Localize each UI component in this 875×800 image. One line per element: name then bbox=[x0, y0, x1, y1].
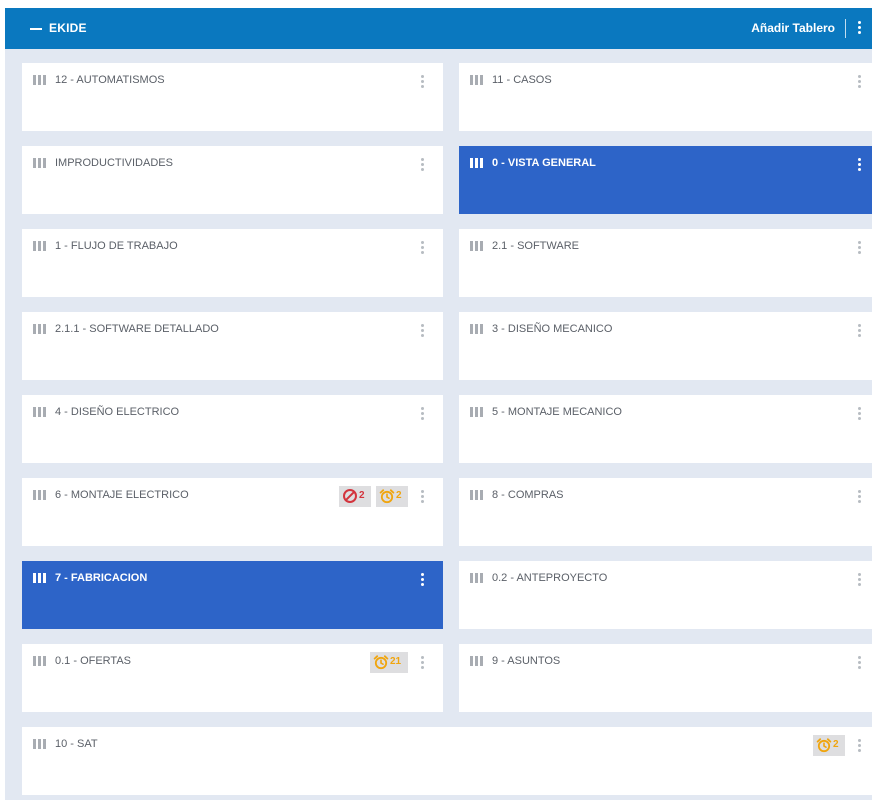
board-columns-icon bbox=[33, 573, 46, 583]
board-title: 8 - COMPRAS bbox=[492, 489, 564, 501]
board-card[interactable]: 1 - FLUJO DE TRABAJO bbox=[22, 229, 443, 297]
board-title: 1 - FLUJO DE TRABAJO bbox=[55, 240, 178, 252]
board-title: 12 - AUTOMATISMOS bbox=[55, 74, 165, 86]
board-columns-icon bbox=[470, 573, 483, 583]
board-card[interactable]: 6 - MONTAJE ELECTRICO 2 2 bbox=[22, 478, 443, 546]
group-header: EKIDE Añadir Tablero bbox=[5, 8, 872, 49]
vertical-dots-icon[interactable] bbox=[853, 237, 867, 259]
board-title: 4 - DISEÑO ELECTRICO bbox=[55, 406, 180, 418]
badge-count: 2 bbox=[359, 490, 365, 501]
vertical-dots-icon[interactable] bbox=[853, 735, 867, 757]
vertical-dots-icon[interactable] bbox=[853, 154, 867, 176]
badge-count: 2 bbox=[833, 739, 839, 750]
board-card[interactable]: 4 - DISEÑO ELECTRICO bbox=[22, 395, 443, 463]
group-title[interactable]: EKIDE bbox=[49, 19, 87, 37]
board-columns-icon bbox=[33, 656, 46, 666]
overdue-badge[interactable]: 2 bbox=[813, 735, 845, 756]
vertical-dots-icon[interactable] bbox=[853, 403, 867, 425]
vertical-dots-icon[interactable] bbox=[416, 403, 430, 425]
board-title: 2.1 - SOFTWARE bbox=[492, 240, 579, 252]
board-title: 0.2 - ANTEPROYECTO bbox=[492, 572, 608, 584]
board-columns-icon bbox=[33, 324, 46, 334]
board-columns-icon bbox=[33, 241, 46, 251]
vertical-dots-icon[interactable] bbox=[853, 569, 867, 591]
board-card[interactable]: IMPRODUCTIVIDADES bbox=[22, 146, 443, 214]
blocked-badge[interactable]: 2 bbox=[339, 486, 371, 507]
vertical-dots-icon[interactable] bbox=[416, 569, 430, 591]
board-card[interactable]: 5 - MONTAJE MECANICO bbox=[459, 395, 872, 463]
board-columns-icon bbox=[33, 490, 46, 500]
add-board-button[interactable]: Añadir Tablero bbox=[751, 19, 835, 37]
board-card[interactable]: 2.1 - SOFTWARE bbox=[459, 229, 872, 297]
board-card[interactable]: 11 - CASOS bbox=[459, 63, 872, 131]
badge-count: 21 bbox=[390, 656, 402, 667]
board-columns-icon bbox=[33, 407, 46, 417]
board-columns-icon bbox=[33, 158, 46, 168]
board-group: EKIDE Añadir Tablero 12 - AUTOMATISMOS 11… bbox=[5, 8, 872, 800]
board-columns-icon bbox=[33, 75, 46, 85]
board-card[interactable]: 3 - DISEÑO MECANICO bbox=[459, 312, 872, 380]
badge-count: 2 bbox=[396, 490, 402, 501]
board-columns-icon bbox=[470, 158, 483, 168]
vertical-dots-icon[interactable] bbox=[853, 486, 867, 508]
board-title: 3 - DISEÑO MECANICO bbox=[492, 323, 613, 335]
board-card[interactable]: 0.1 - OFERTAS 21 bbox=[22, 644, 443, 712]
vertical-dots-icon[interactable] bbox=[416, 154, 430, 176]
board-title: 0 - VISTA GENERAL bbox=[492, 157, 596, 169]
overdue-badge[interactable]: 2 bbox=[376, 486, 408, 507]
board-title: 6 - MONTAJE ELECTRICO bbox=[55, 489, 189, 501]
board-columns-icon bbox=[470, 490, 483, 500]
vertical-dots-icon[interactable] bbox=[416, 652, 430, 674]
board-title: 5 - MONTAJE MECANICO bbox=[492, 406, 622, 418]
board-title: 9 - ASUNTOS bbox=[492, 655, 561, 667]
vertical-dots-icon[interactable] bbox=[853, 320, 867, 342]
board-title: 0.1 - OFERTAS bbox=[55, 655, 132, 667]
board-card[interactable]: 0.2 - ANTEPROYECTO bbox=[459, 561, 872, 629]
board-title: 10 - SAT bbox=[55, 738, 98, 750]
vertical-dots-icon[interactable] bbox=[416, 320, 430, 342]
vertical-dots-icon[interactable] bbox=[853, 71, 867, 93]
minus-icon[interactable] bbox=[30, 28, 42, 30]
board-columns-icon bbox=[470, 656, 483, 666]
board-card[interactable]: 9 - ASUNTOS bbox=[459, 644, 872, 712]
vertical-dots-icon[interactable] bbox=[416, 237, 430, 259]
board-columns-icon bbox=[470, 324, 483, 334]
vertical-dots-icon[interactable] bbox=[416, 486, 430, 508]
header-divider bbox=[845, 19, 846, 38]
board-card[interactable]: 2.1.1 - SOFTWARE DETALLADO bbox=[22, 312, 443, 380]
board-card[interactable]: 7 - FABRICACION bbox=[22, 561, 443, 629]
overdue-badge[interactable]: 21 bbox=[370, 652, 408, 673]
board-title: 2.1.1 - SOFTWARE DETALLADO bbox=[55, 323, 219, 335]
vertical-dots-icon[interactable] bbox=[416, 71, 430, 93]
vertical-dots-icon[interactable] bbox=[853, 17, 867, 39]
board-columns-icon bbox=[470, 241, 483, 251]
board-title: 7 - FABRICACION bbox=[55, 572, 148, 584]
board-card[interactable]: 0 - VISTA GENERAL bbox=[459, 146, 872, 214]
board-columns-icon bbox=[33, 739, 46, 749]
board-card[interactable]: 8 - COMPRAS bbox=[459, 478, 872, 546]
board-columns-icon bbox=[470, 75, 483, 85]
board-title: IMPRODUCTIVIDADES bbox=[55, 157, 173, 169]
board-columns-icon bbox=[470, 407, 483, 417]
board-card[interactable]: 12 - AUTOMATISMOS bbox=[22, 63, 443, 131]
board-title: 11 - CASOS bbox=[492, 74, 552, 86]
board-card[interactable]: 10 - SAT 2 bbox=[22, 727, 872, 795]
vertical-dots-icon[interactable] bbox=[853, 652, 867, 674]
